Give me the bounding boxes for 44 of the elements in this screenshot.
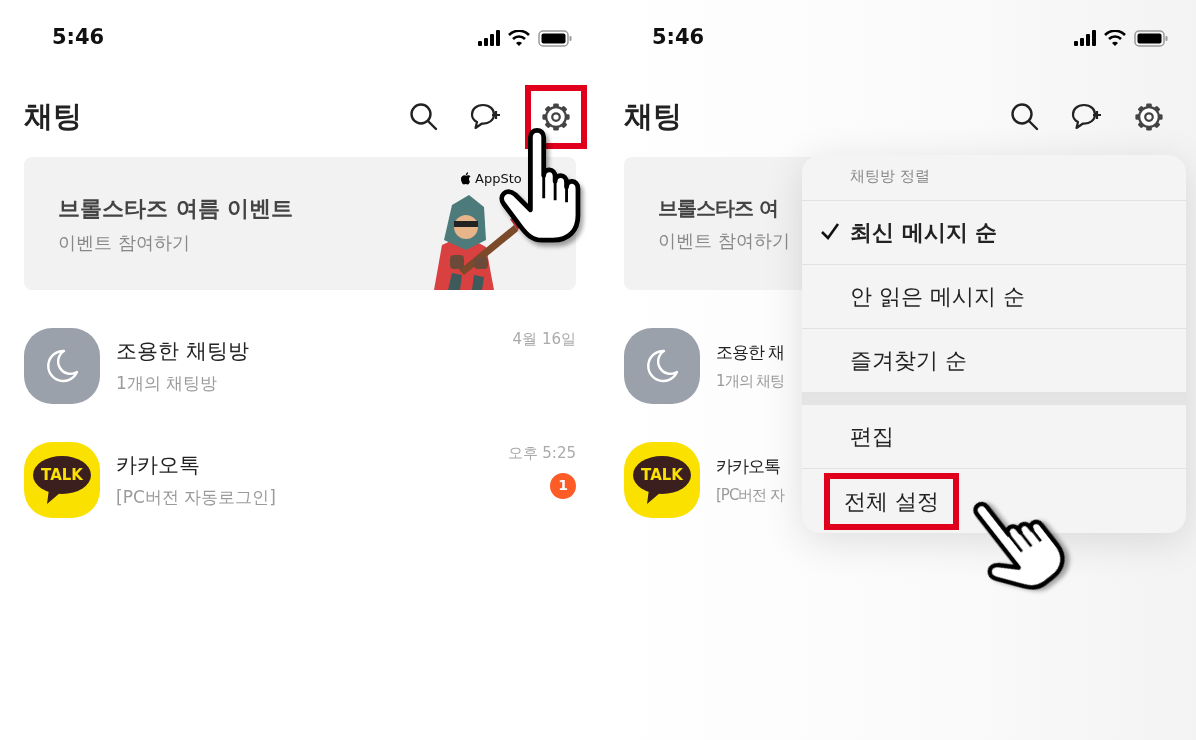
chat-time: 오후 5:25 [507, 443, 576, 464]
banner-title: 브롤스타즈 여름 이벤트 [58, 194, 294, 223]
logo-text: TALK [640, 468, 684, 483]
menu-heading: 채팅방 정렬 [802, 155, 1186, 201]
chat-preview: 1개의 채팅 [716, 370, 785, 392]
menu-item[interactable]: 최신 메시지 순 [802, 201, 1186, 265]
battery-icon [1134, 29, 1168, 47]
status-time: 5:46 [52, 24, 105, 52]
chat-preview: 1개의 채팅방 [116, 372, 219, 395]
chat-name: 조용한 채팅방 [116, 337, 249, 365]
page-title: 채팅 [24, 97, 82, 135]
chat-name: 카카오톡 [716, 455, 781, 478]
speech-bubble-icon [631, 454, 693, 506]
checkmark-icon [820, 221, 840, 241]
chat-name: 카카오톡 [116, 451, 201, 479]
wifi-icon [508, 30, 530, 46]
signal-icon [478, 30, 500, 46]
chat-preview: [PC버전 자동로그인] [116, 486, 276, 509]
menu-item[interactable]: 안 읽은 메시지 순 [802, 265, 1186, 329]
event-banner[interactable]: 브롤스타즈 여름 이벤트 이벤트 참여하기 AppSto [24, 157, 576, 290]
menu-item[interactable]: 편집 [802, 405, 1186, 469]
chat-plus-icon [1071, 101, 1103, 132]
store-label: AppSto [475, 170, 522, 188]
speech-bubble-icon [31, 454, 93, 506]
settings-icon [1134, 101, 1164, 132]
chat-time: 4월 16일 [512, 329, 576, 350]
banner-title: 브롤스타즈 여 [658, 195, 778, 222]
chat-plus-icon [470, 101, 502, 132]
menu-item[interactable]: 전체 설정 [802, 469, 1186, 533]
apple-icon [460, 172, 471, 186]
chat-name: 조용한 채 [716, 341, 785, 364]
unread-badge: 1 [550, 472, 576, 499]
signal-icon [1074, 30, 1096, 46]
battery-icon [538, 29, 572, 47]
banner-subtitle: 이벤트 참여하기 [58, 230, 190, 255]
chat-preview: [PC버전 자 [716, 484, 785, 506]
search-icon [409, 101, 439, 132]
settings-icon [541, 101, 571, 132]
page-title: 채팅 [624, 97, 682, 135]
search-icon [1010, 101, 1040, 132]
banner-subtitle: 이벤트 참여하기 [658, 229, 790, 253]
logo-text: TALK [40, 468, 84, 483]
wifi-icon [1104, 30, 1126, 46]
status-time: 5:46 [652, 24, 705, 52]
